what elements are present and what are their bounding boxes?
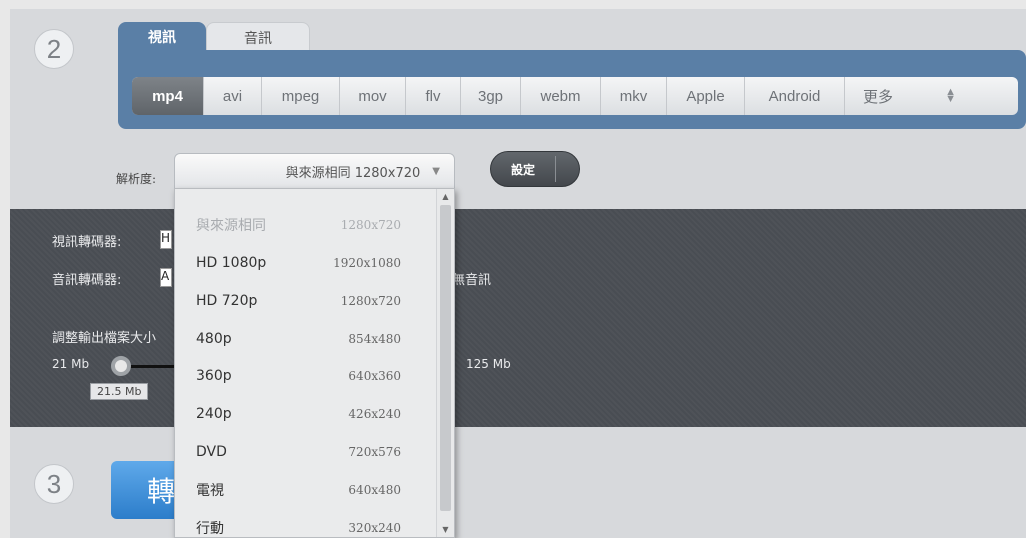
- button-divider: [555, 156, 556, 182]
- scroll-up-arrow-icon[interactable]: ▲: [437, 192, 454, 201]
- video-codec-label: 視訊轉碼器:: [52, 235, 122, 250]
- resolution-option-size: 426x240: [348, 407, 401, 421]
- size-max-label: 125 Mb: [466, 357, 511, 371]
- format-mov[interactable]: mov: [340, 77, 406, 115]
- settings-button-label: 設定: [510, 162, 535, 177]
- resolution-dropdown-list: 與來源相同 1280x720 HD 1080p 1920x1080 HD 720…: [174, 188, 455, 538]
- resolution-option-name: 360p: [196, 368, 232, 384]
- resolution-option[interactable]: 240p 426x240: [175, 395, 437, 433]
- resolution-option-name: 與來源相同: [196, 218, 266, 234]
- resolution-option[interactable]: DVD 720x576: [175, 433, 437, 471]
- tab-audio[interactable]: 音訊: [206, 22, 310, 53]
- size-min-label: 21 Mb: [52, 357, 90, 371]
- settings-button[interactable]: 設定: [490, 151, 580, 187]
- convert-button[interactable]: 轉: [111, 461, 175, 519]
- format-mp4[interactable]: mp4: [132, 77, 204, 115]
- resolution-option[interactable]: HD 1080p 1920x1080: [175, 244, 437, 282]
- converter-panel: 2 視訊 音訊 mp4 avi mpeg mov flv 3gp webm mk…: [10, 9, 1026, 538]
- resolution-option[interactable]: 480p 854x480: [175, 320, 437, 358]
- chevron-down-icon: ▼: [432, 165, 440, 177]
- resolution-option-name: 行動: [196, 521, 224, 537]
- resolution-option[interactable]: 行動 320x240: [175, 509, 437, 537]
- resolution-option-size: 854x480: [348, 332, 401, 346]
- file-size-label: 調整輸出檔案大小: [52, 331, 157, 346]
- tab-video[interactable]: 視訊: [118, 22, 206, 52]
- resolution-option-name: 240p: [196, 406, 232, 422]
- format-android[interactable]: Android: [745, 77, 845, 115]
- size-slider-tooltip: 21.5 Mb: [90, 383, 149, 400]
- format-mkv[interactable]: mkv: [601, 77, 667, 115]
- resolution-option-size: 720x576: [348, 445, 401, 459]
- resolution-option-name: DVD: [196, 444, 227, 460]
- resolution-option-name: HD 720p: [196, 293, 258, 309]
- scroll-down-arrow-icon[interactable]: ▼: [437, 525, 454, 534]
- video-codec-select[interactable]: H: [160, 230, 172, 249]
- format-more-label: 更多: [863, 88, 894, 106]
- format-avi[interactable]: avi: [204, 77, 262, 115]
- resolution-option-name: HD 1080p: [196, 255, 267, 271]
- dropdown-scrollbar[interactable]: ▲ ▼: [436, 189, 454, 537]
- resolution-option-name: 480p: [196, 331, 232, 347]
- resolution-option[interactable]: HD 720p 1280x720: [175, 282, 437, 320]
- resolution-option-name: 電視: [196, 483, 224, 499]
- advanced-settings-panel: 視訊轉碼器: H 音訊轉碼器: A 無音訊 調整輸出檔案大小 21 Mb 21.…: [10, 209, 1026, 427]
- resolution-option-size: 640x360: [348, 369, 401, 383]
- resolution-option-size: 320x240: [348, 521, 401, 535]
- format-flv[interactable]: flv: [406, 77, 461, 115]
- resolution-label: 解析度:: [116, 172, 157, 186]
- resolution-option-size: 1280x720: [340, 218, 401, 232]
- size-slider-handle[interactable]: [111, 356, 131, 376]
- resolution-option[interactable]: 電視 640x480: [175, 471, 437, 509]
- resolution-select[interactable]: 與來源相同 1280x720 ▼: [174, 153, 455, 189]
- format-apple[interactable]: Apple: [667, 77, 745, 115]
- format-panel: mp4 avi mpeg mov flv 3gp webm mkv Apple …: [118, 50, 1026, 129]
- format-bar: mp4 avi mpeg mov flv 3gp webm mkv Apple …: [132, 77, 1018, 115]
- step-two-badge: 2: [34, 29, 74, 69]
- size-slider-track[interactable]: [124, 365, 174, 368]
- resolution-option-size: 1920x1080: [333, 256, 401, 270]
- no-audio-label[interactable]: 無音訊: [452, 269, 491, 288]
- resolution-option-size: 640x480: [348, 483, 401, 497]
- format-more-select[interactable]: 更多 ▲ ▼: [845, 77, 978, 115]
- format-3gp[interactable]: 3gp: [461, 77, 521, 115]
- resolution-option-size: 1280x720: [340, 294, 401, 308]
- format-mpeg[interactable]: mpeg: [262, 77, 340, 115]
- step-three-badge: 3: [34, 464, 74, 504]
- format-webm[interactable]: webm: [521, 77, 601, 115]
- audio-codec-label: 音訊轉碼器:: [52, 273, 122, 288]
- audio-codec-select[interactable]: A: [160, 268, 172, 287]
- resolution-selected-value: 與來源相同 1280x720: [285, 165, 421, 181]
- resolution-option[interactable]: 360p 640x360: [175, 357, 437, 395]
- scrollbar-thumb[interactable]: [440, 205, 451, 511]
- updown-arrows-icon: ▲ ▼: [945, 86, 956, 105]
- resolution-option: 與來源相同 1280x720: [175, 206, 437, 244]
